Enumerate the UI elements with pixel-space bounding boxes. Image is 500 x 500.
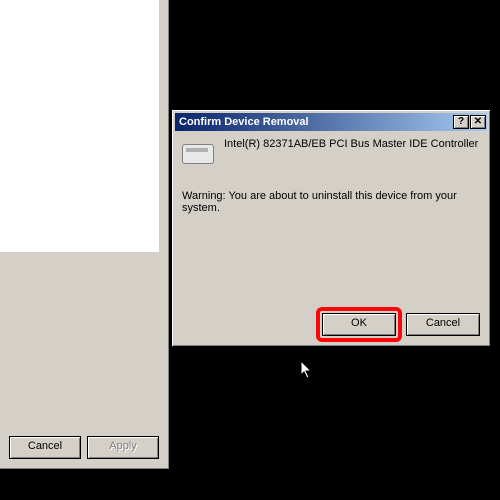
parent-client: + IDE Controller Hardware Profiles (0, 0, 161, 401)
dialog-header-row: Intel(R) 82371AB/EB PCI Bus Master IDE C… (182, 138, 480, 168)
cancel-button[interactable]: Cancel (406, 313, 480, 336)
close-icon: ✕ (474, 117, 482, 127)
close-button[interactable]: ✕ (470, 115, 486, 129)
device-name-label: Intel(R) 82371AB/EB PCI Bus Master IDE C… (224, 138, 478, 151)
cursor-icon (301, 361, 315, 381)
dialog-body: Intel(R) 82371AB/EB PCI Bus Master IDE C… (182, 138, 480, 336)
warning-text: Warning: You are about to uninstall this… (182, 190, 480, 214)
parent-window: + IDE Controller Hardware Profiles Cance… (0, 0, 170, 470)
confirm-dialog: Confirm Device Removal ? ✕ Intel(R) 8237… (171, 109, 491, 347)
titlebar-buttons: ? ✕ (453, 115, 486, 129)
controller-icon (182, 140, 214, 168)
dialog-button-row: OK Cancel (322, 313, 480, 336)
titlebar[interactable]: Confirm Device Removal ? ✕ (175, 113, 487, 131)
help-icon: ? (458, 117, 464, 127)
cancel-button[interactable]: Cancel (9, 436, 81, 459)
apply-button: Apply (87, 436, 159, 459)
ok-highlight: OK (316, 307, 402, 342)
parent-button-row: Cancel Apply (9, 436, 159, 459)
dialog-title: Confirm Device Removal (179, 116, 309, 128)
help-button[interactable]: ? (453, 115, 469, 129)
device-tree[interactable]: + IDE Controller (0, 0, 161, 254)
ok-button[interactable]: OK (322, 313, 396, 336)
